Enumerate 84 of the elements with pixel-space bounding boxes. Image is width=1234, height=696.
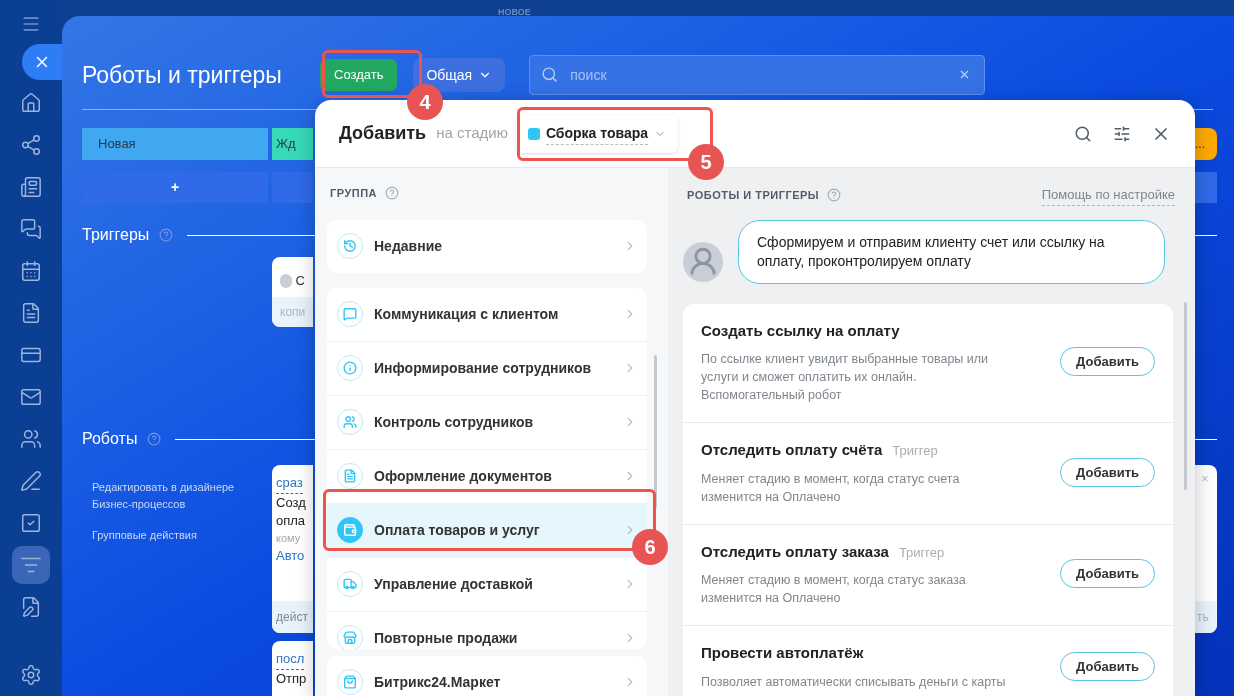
search-icon[interactable] bbox=[1074, 124, 1092, 143]
group-label: Повторные продажи bbox=[374, 628, 519, 648]
robot-timing[interactable]: посл bbox=[276, 649, 305, 670]
top-label: НОВОЕ bbox=[498, 6, 531, 19]
group-label: Управление доставкой bbox=[374, 574, 534, 594]
register-icon bbox=[343, 631, 357, 645]
panel-link[interactable]: Групповые действия bbox=[92, 527, 262, 544]
column-heading: РОБОТЫ И ТРИГГЕРЫ bbox=[687, 188, 820, 203]
group-label: Оформление документов bbox=[374, 466, 553, 486]
robot-title: Создать ссылку на оплату bbox=[701, 320, 900, 341]
mail-icon bbox=[20, 386, 42, 408]
robot-title: Отследить оплату счёта bbox=[701, 440, 883, 460]
scrollbar[interactable] bbox=[654, 355, 657, 508]
file-edit-icon bbox=[20, 596, 42, 618]
group-label: Коммуникация с клиентом bbox=[374, 304, 560, 324]
trigger-tag: Триггер bbox=[892, 441, 938, 461]
scrollbar[interactable] bbox=[1184, 302, 1187, 490]
add-stage-button[interactable]: + bbox=[82, 172, 268, 203]
robot-text: Созд bbox=[276, 493, 306, 512]
history-icon bbox=[343, 239, 357, 253]
view-dropdown[interactable]: Общая bbox=[413, 58, 506, 92]
stage-selector[interactable]: Сборка товара bbox=[515, 114, 679, 153]
nodes-icon bbox=[20, 134, 42, 156]
page-title: Роботы и триггеры bbox=[82, 60, 283, 90]
add-stage-strip bbox=[1195, 172, 1217, 203]
trigger-footer: копи bbox=[280, 303, 306, 321]
group-item[interactable]: Недавние bbox=[327, 219, 647, 273]
robot-card[interactable]: сраз Созд опла кому Авто дейст bbox=[272, 465, 313, 633]
column-heading: ГРУППА bbox=[330, 186, 378, 201]
people-icon bbox=[20, 428, 42, 450]
trigger-tag: Триггер bbox=[898, 542, 945, 562]
robot-card[interactable]: посл Отпр bbox=[272, 641, 313, 696]
wallet-icon bbox=[343, 523, 357, 537]
tasks-icon bbox=[20, 512, 42, 534]
info-icon bbox=[343, 361, 357, 375]
truck-icon bbox=[343, 577, 357, 591]
message-bubble: Сформируем и отправим клиенту счет или ссылку на оплату, проконтролируем оплату bbox=[738, 219, 1165, 284]
robot-description: Меняет стадию в момент, когда статус счета изменится на Оплачено bbox=[701, 470, 961, 506]
group-label: Контроль сотрудников bbox=[374, 412, 535, 432]
robot-title: Отследить оплату заказа bbox=[701, 541, 889, 562]
group-item[interactable]: Битрикс24.Маркет bbox=[327, 655, 647, 696]
stage-tab[interactable]: ... bbox=[1195, 128, 1217, 160]
search-field[interactable]: поиск bbox=[529, 55, 986, 95]
robot-footer: дейст bbox=[276, 608, 308, 626]
stage-tab[interactable]: Жд bbox=[272, 128, 313, 160]
chat-icon bbox=[20, 218, 42, 240]
robot-description: Позволяет автоматически списывать деньги с карты bbox=[701, 673, 1007, 691]
robot-footer: ть bbox=[1195, 608, 1209, 626]
document-icon bbox=[343, 469, 357, 483]
stage-prefix: на стадию bbox=[436, 123, 508, 144]
avatar-silhouette-icon bbox=[683, 241, 723, 282]
robot-description: По ссылке клиент увидит выбранные товары или услуги и сможет оплатить их онлайн. Вспомогательный робот bbox=[701, 351, 990, 404]
settings-sliders-icon[interactable] bbox=[1113, 124, 1131, 143]
chat-icon bbox=[343, 307, 357, 321]
group-label: Недавние bbox=[374, 236, 444, 256]
robot-text: опла bbox=[276, 511, 306, 530]
robot-meta: кому bbox=[276, 530, 302, 546]
document-icon bbox=[20, 302, 42, 324]
filter-button[interactable] bbox=[12, 546, 50, 584]
robot-timing[interactable]: сраз bbox=[276, 473, 303, 494]
group-label: Информирование сотрудников bbox=[374, 358, 593, 378]
search-icon bbox=[541, 66, 559, 83]
robot-title: Провести автоплатёж bbox=[701, 643, 864, 663]
group-label: Оплата товаров и услуг bbox=[374, 520, 541, 540]
section-title: Роботы bbox=[82, 429, 138, 449]
menu-icon[interactable] bbox=[21, 14, 41, 34]
pen-icon bbox=[20, 470, 42, 492]
robot-link[interactable]: Авто bbox=[276, 546, 305, 566]
close-button[interactable] bbox=[22, 44, 62, 80]
section-title: Триггеры bbox=[82, 225, 150, 245]
shopping-bag-icon bbox=[343, 675, 357, 689]
panel-link[interactable]: Редактировать в дизайнере Бизнес-процессов bbox=[92, 479, 262, 513]
people-icon bbox=[343, 415, 357, 429]
newspaper-icon bbox=[20, 176, 42, 198]
group-label: Битрикс24.Маркет bbox=[374, 672, 502, 692]
trigger-name: С bbox=[295, 272, 305, 291]
stage-tab[interactable]: Новая bbox=[82, 128, 268, 160]
settings-icon bbox=[20, 664, 42, 686]
calendar-icon bbox=[20, 260, 42, 282]
house-icon bbox=[20, 92, 42, 114]
add-stage-strip bbox=[272, 172, 313, 203]
popup-title: Добавить bbox=[339, 122, 427, 145]
robot-text: Отпр bbox=[276, 669, 307, 688]
robot-description: Меняет стадию в момент, когда статус заказа изменится на Оплачено bbox=[701, 572, 967, 607]
